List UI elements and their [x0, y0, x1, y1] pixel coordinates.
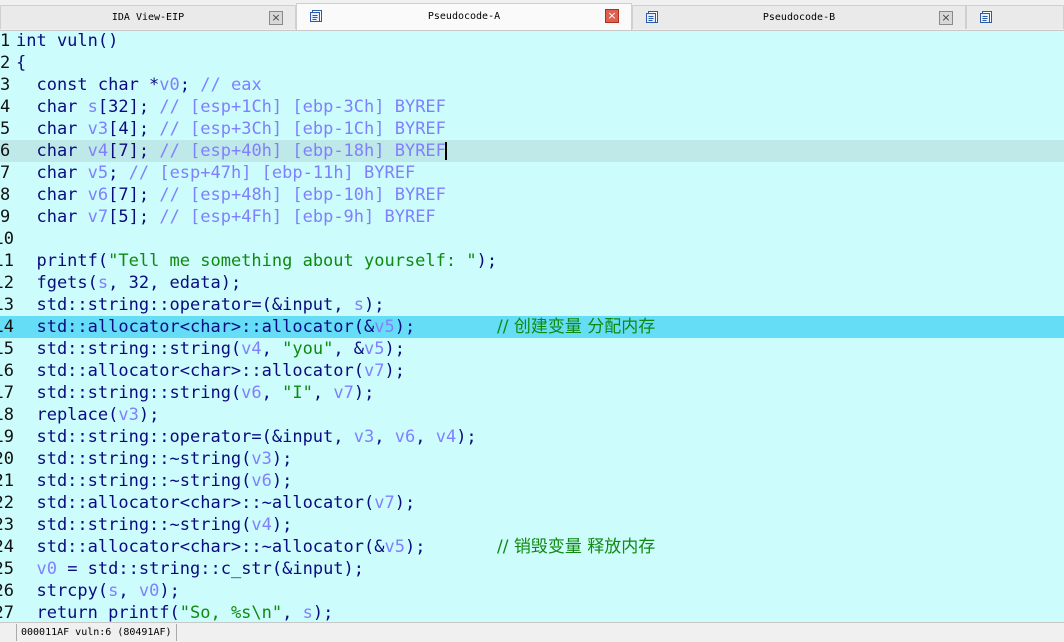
line-number: 17 — [0, 383, 14, 403]
code-line[interactable]: 25 v0 = std::string::c_str(&input); — [0, 558, 1064, 580]
code-line[interactable]: 1 int vuln() — [0, 30, 1064, 52]
code-text: fgets(s, 32, edata); — [16, 273, 242, 293]
text-cursor — [445, 142, 447, 160]
line-number: 2 — [0, 53, 11, 73]
code-line[interactable]: 13 std::string::operator=(&input, s); — [0, 294, 1064, 316]
code-line[interactable]: 3 const char *v0; // eax — [0, 74, 1064, 96]
code-line[interactable]: 4 char s[32]; // [esp+1Ch] [ebp-3Ch] BYR… — [0, 96, 1064, 118]
code-line[interactable]: 7 char v5; // [esp+47h] [ebp-11h] BYREF — [0, 162, 1064, 184]
tab-pseudocode-b[interactable]: Pseudocode-B × — [632, 5, 966, 29]
line-number: 5 — [0, 119, 11, 139]
code-text: v0 = std::string::c_str(&input); — [36, 559, 365, 579]
close-tab-button[interactable]: × — [269, 11, 283, 25]
code-line[interactable]: 15 std::string::string(v4, "you", &v5); — [0, 338, 1064, 360]
code-text: std::allocator<char>::allocator(&v5); — [16, 317, 416, 337]
close-tab-button[interactable]: × — [939, 11, 953, 25]
line-number: 13 — [0, 295, 14, 315]
code-text: std::allocator<char>::allocator(v7); — [16, 361, 405, 381]
code-text: char v7[5]; // [esp+4Fh] [ebp-9h] BYREF — [16, 207, 436, 227]
line-number: 3 — [0, 75, 11, 95]
code-text: std::string::operator=(&input, s); — [16, 295, 385, 315]
code-text: char v6[7]; // [esp+48h] [ebp-10h] BYREF — [16, 185, 446, 205]
status-address: 000011AF vuln:6 (80491AF) — [16, 624, 177, 641]
chinese-comment: // 销毁变量 释放内存 — [497, 537, 656, 557]
code-line[interactable]: 14 std::allocator<char>::allocator(&v5);… — [0, 316, 1064, 338]
code-text: { — [16, 53, 27, 73]
code-line[interactable]: 21 std::string::~string(v6); — [0, 470, 1064, 492]
code-line[interactable]: 10 — [0, 228, 1064, 250]
code-line[interactable]: 11 printf("Tell me something about yours… — [0, 250, 1064, 272]
line-number: 15 — [0, 339, 14, 359]
line-number: 16 — [0, 361, 14, 381]
code-text: int vuln() — [16, 31, 119, 51]
code-line[interactable]: 23 std::string::~string(v4); — [0, 514, 1064, 536]
code-line[interactable]: 24 std::allocator<char>::~allocator(&v5)… — [0, 536, 1064, 558]
line-number: 1 — [0, 31, 11, 51]
tab-title: Pseudocode-B — [762, 12, 836, 23]
tab-overflow[interactable] — [966, 5, 1064, 29]
code-text: char v3[4]; // [esp+3Ch] [ebp-1Ch] BYREF — [16, 119, 446, 139]
line-number: 4 — [0, 97, 11, 117]
code-text: replace(v3); — [16, 405, 160, 425]
line-number: 25 — [0, 559, 14, 579]
line-number: 21 — [0, 471, 14, 491]
code-line[interactable]: 27 return printf("So, %s\n", s); — [0, 602, 1064, 622]
code-text: std::string::~string(v4); — [16, 515, 293, 535]
code-text: std::string::string(v4, "you", &v5); — [16, 339, 406, 359]
line-number: 6 — [0, 141, 11, 161]
code-text: std::string::~string(v6); — [16, 471, 293, 491]
code-text: printf("Tell me something about yourself… — [16, 251, 498, 271]
tab-bar: IDA View-EIP × Pseudocode-A × Pseudocode… — [0, 0, 1064, 31]
code-line[interactable]: 5 char v3[4]; // [esp+3Ch] [ebp-1Ch] BYR… — [0, 118, 1064, 140]
code-text: strcpy(s, v0); — [16, 581, 180, 601]
code-line[interactable]: 9 char v7[5]; // [esp+4Fh] [ebp-9h] BYRE… — [0, 206, 1064, 228]
tab-title: Pseudocode-A — [427, 11, 501, 22]
line-number: 14 — [0, 317, 14, 337]
line-number: 27 — [0, 603, 14, 622]
code-line[interactable]: 18 replace(v3); — [0, 404, 1064, 426]
code-line[interactable]: 22 std::allocator<char>::~allocator(v7); — [0, 492, 1064, 514]
code-text: const char *v0; // eax — [16, 75, 262, 95]
code-text: char v5; // [esp+47h] [ebp-11h] BYREF — [16, 163, 416, 183]
status-bar: 000011AF vuln:6 (80491AF) — [0, 622, 1064, 642]
line-number: 23 — [0, 515, 14, 535]
chinese-comment: // 创建变量 分配内存 — [497, 317, 656, 337]
code-line[interactable]: 20 std::string::~string(v3); — [0, 448, 1064, 470]
document-icon — [980, 11, 992, 23]
code-line[interactable]: 8 char v6[7]; // [esp+48h] [ebp-10h] BYR… — [0, 184, 1064, 206]
tab-ida-view-eip[interactable]: IDA View-EIP × — [0, 5, 296, 29]
code-text: std::allocator<char>::~allocator(&v5); — [16, 537, 426, 557]
line-number: 19 — [0, 427, 14, 447]
code-line[interactable]: 6 char v4[7]; // [esp+40h] [ebp-18h] BYR… — [0, 140, 1064, 162]
code-text: return printf("So, %s\n", s); — [16, 603, 334, 622]
code-line[interactable]: 12 fgets(s, 32, edata); — [0, 272, 1064, 294]
line-number: 8 — [0, 185, 11, 205]
line-number: 9 — [0, 207, 11, 227]
code-text: std::string::string(v6, "I", v7); — [16, 383, 375, 403]
line-number: 20 — [0, 449, 14, 469]
tab-pseudocode-a[interactable]: Pseudocode-A × — [296, 3, 632, 30]
code-text: std::string::operator=(&input, v3, v6, v… — [16, 427, 477, 447]
line-number: 18 — [0, 405, 14, 425]
close-tab-button[interactable]: × — [605, 9, 619, 23]
code-text: std::allocator<char>::~allocator(v7); — [16, 493, 416, 513]
line-number: 12 — [0, 273, 14, 293]
line-number: 26 — [0, 581, 14, 601]
line-number: 24 — [0, 537, 14, 557]
code-line[interactable]: 16 std::allocator<char>::allocator(v7); — [0, 360, 1064, 382]
code-line[interactable]: 17 std::string::string(v6, "I", v7); — [0, 382, 1064, 404]
line-number: 10 — [0, 229, 14, 249]
code-line[interactable]: 19 std::string::operator=(&input, v3, v6… — [0, 426, 1064, 448]
line-number: 22 — [0, 493, 14, 513]
tab-title: IDA View-EIP — [111, 12, 185, 23]
code-line[interactable]: 2{ — [0, 52, 1064, 74]
code-line[interactable]: 26 strcpy(s, v0); — [0, 580, 1064, 602]
line-number: 7 — [0, 163, 11, 183]
code-text: char s[32]; // [esp+1Ch] [ebp-3Ch] BYREF — [16, 97, 446, 117]
line-number: 11 — [0, 251, 14, 271]
code-text: std::string::~string(v3); — [16, 449, 293, 469]
code-text: char v4[7]; // [esp+40h] [ebp-18h] BYREF — [16, 141, 446, 161]
pseudocode-view[interactable]: 1 int vuln() 2{3 const char *v0; // eax 4 c… — [0, 30, 1064, 622]
